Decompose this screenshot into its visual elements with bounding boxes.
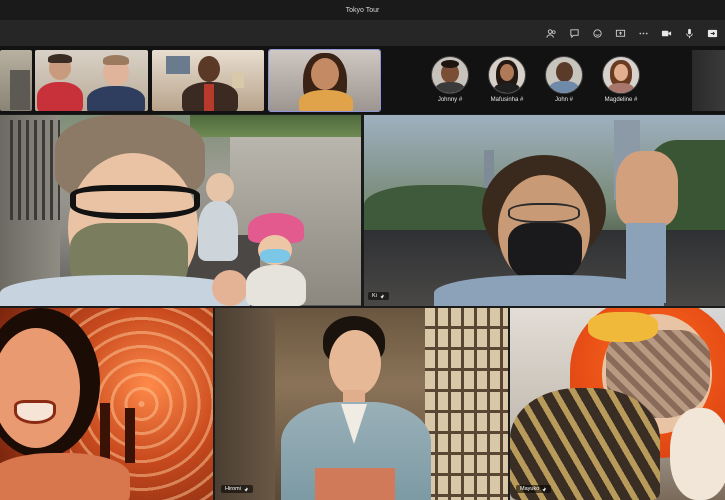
reactions-icon[interactable] xyxy=(590,26,604,40)
more-icon[interactable] xyxy=(636,26,650,40)
participant-thumbnail[interactable] xyxy=(35,50,148,111)
participant-thumbnail[interactable] xyxy=(0,50,32,111)
participant-thumbnail[interactable] xyxy=(152,50,264,111)
participant-suffix: # xyxy=(458,97,463,103)
participant-name: John xyxy=(554,97,568,103)
smile xyxy=(14,400,56,424)
child-body-2 xyxy=(198,201,238,261)
meeting-toolbar xyxy=(0,20,725,46)
participant-avatar-mafusinha[interactable]: Mafusinha # xyxy=(482,56,532,106)
cat xyxy=(670,408,725,500)
participant-name: Hiromi xyxy=(225,486,241,492)
avatar xyxy=(602,56,640,94)
costume xyxy=(510,388,660,500)
participant-avatar-magdeline[interactable]: Magdeline # xyxy=(596,56,646,106)
shoji-grid xyxy=(425,308,508,500)
people-icon[interactable] xyxy=(544,26,558,40)
fence xyxy=(10,120,60,220)
child-mask xyxy=(260,249,290,263)
wall-picture xyxy=(166,56,190,74)
name-tag: Hiromi xyxy=(221,485,253,493)
participant-name: Johnny xyxy=(437,97,458,103)
participant-suffix: # xyxy=(569,97,574,103)
participant-name: Ki xyxy=(372,293,377,299)
face-mask xyxy=(508,223,582,283)
glasses xyxy=(70,185,200,219)
sleeve xyxy=(626,223,666,303)
participant-name: Magdeline xyxy=(604,97,633,103)
title-bar: Tokyo Tour xyxy=(0,0,725,20)
shirt xyxy=(204,84,214,111)
camera-icon[interactable] xyxy=(659,26,673,40)
figure-silhouette xyxy=(125,408,135,463)
video-tile-hiromi[interactable]: Hiromi xyxy=(215,308,508,500)
figure-silhouette xyxy=(100,403,110,463)
lamp xyxy=(232,72,244,88)
leave-icon[interactable] xyxy=(705,26,719,40)
video-tile[interactable] xyxy=(0,115,361,306)
wooden-pillar xyxy=(215,308,275,500)
pin-icon xyxy=(542,486,547,492)
window-title: Tokyo Tour xyxy=(345,6,380,14)
child-body xyxy=(246,265,306,306)
participant-name: Mafusinha xyxy=(490,97,519,103)
participant-thumbnail-active[interactable] xyxy=(268,49,381,112)
participant-avatar-johnny[interactable]: Johnny # xyxy=(425,56,475,106)
trees xyxy=(190,115,361,137)
child-face-3 xyxy=(206,173,234,203)
share-screen-icon[interactable] xyxy=(613,26,627,40)
obi xyxy=(315,468,395,500)
participant-avatar-john[interactable]: John # xyxy=(539,56,589,106)
participant-name: Mayuko xyxy=(520,486,540,492)
waving-hand xyxy=(616,151,678,227)
glasses xyxy=(508,203,580,223)
pin-icon xyxy=(380,293,385,299)
shirt xyxy=(0,453,130,500)
avatar xyxy=(545,56,583,94)
name-tag: Ki xyxy=(368,292,389,300)
participant-thumbnail-partial[interactable] xyxy=(692,50,725,111)
chat-icon[interactable] xyxy=(567,26,581,40)
microphone-icon[interactable] xyxy=(682,26,696,40)
face xyxy=(329,330,381,396)
child-face xyxy=(212,270,248,306)
participant-suffix: # xyxy=(634,97,638,103)
video-tile-ki[interactable]: Ki xyxy=(364,115,725,306)
avatar xyxy=(431,56,469,94)
name-tag: Mayuko xyxy=(516,485,552,493)
avatar xyxy=(488,56,526,94)
participant-strip: Johnny # Mafusinha # John # Magdeline # xyxy=(0,46,725,114)
meeting-window: Tokyo Tour Johnny # Mafusinha # John # M… xyxy=(0,0,725,500)
room-shelf xyxy=(10,70,30,110)
headband xyxy=(588,312,658,342)
participant-suffix: # xyxy=(520,97,524,103)
video-tile-mayuko[interactable]: Mayuko xyxy=(510,308,725,500)
video-tile[interactable] xyxy=(0,308,213,500)
pin-icon xyxy=(244,486,249,492)
